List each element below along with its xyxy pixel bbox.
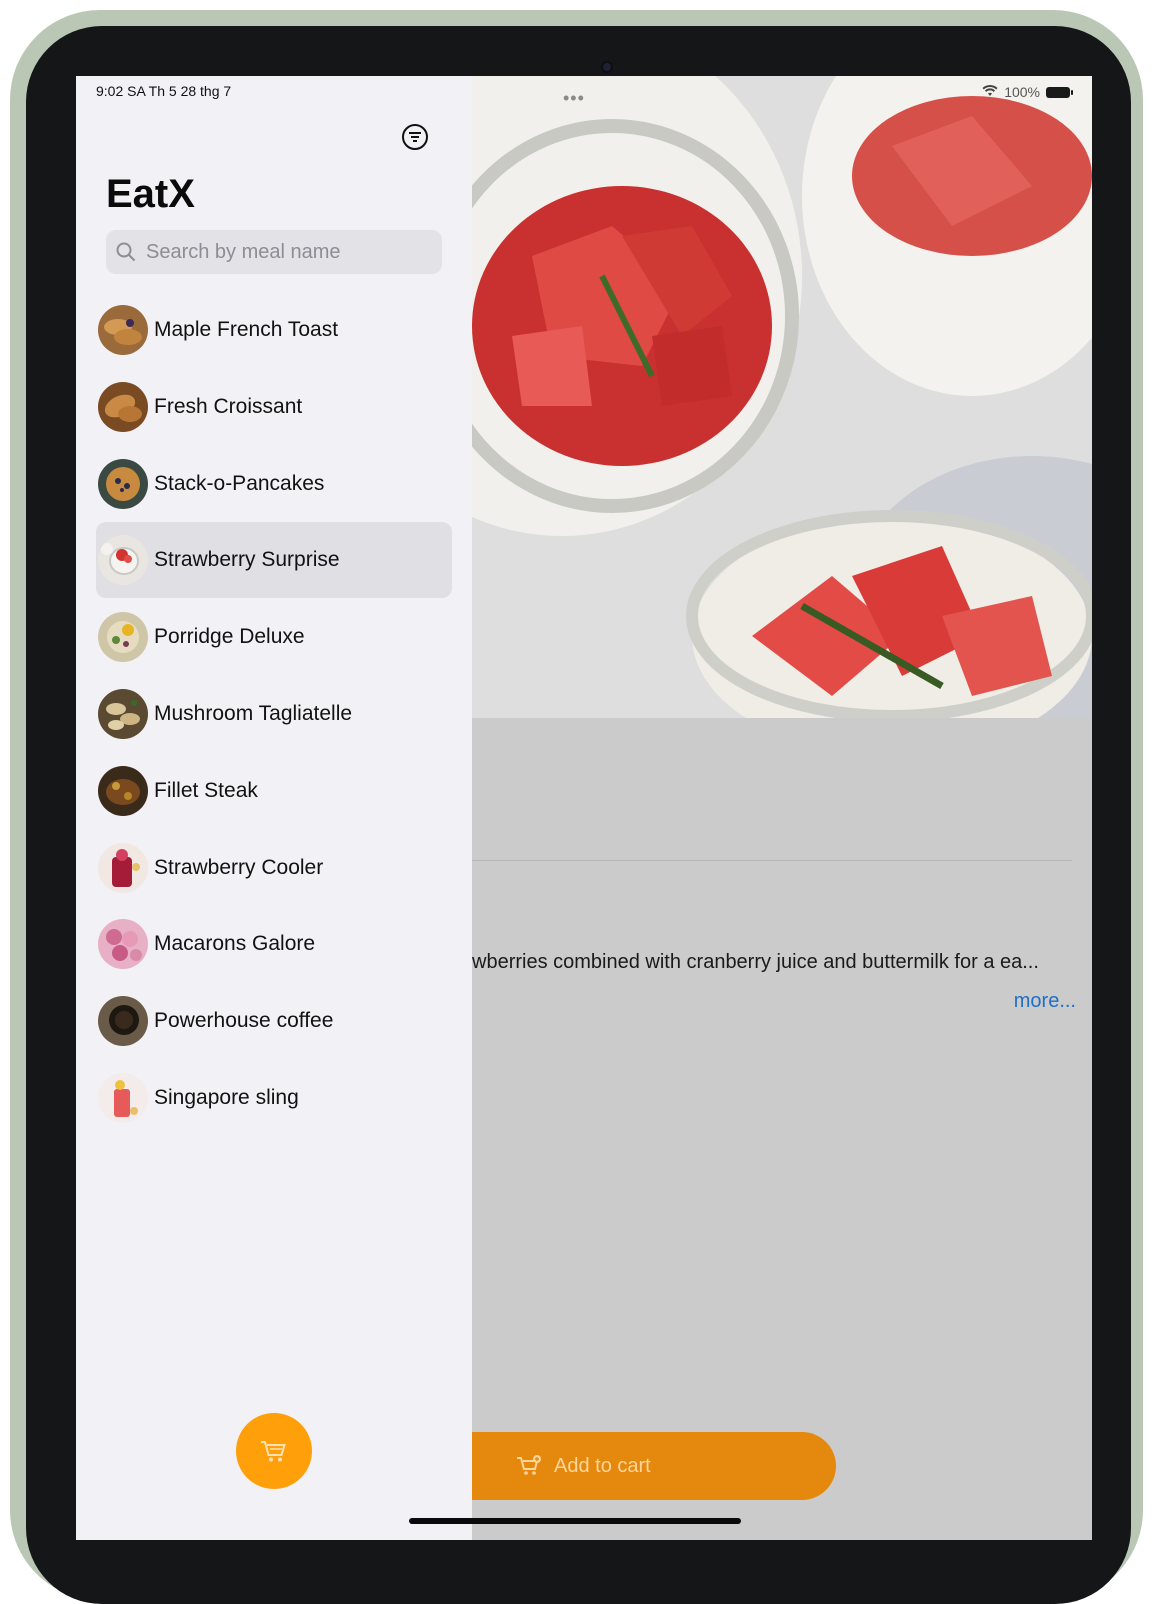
meal-label: Fresh Croissant bbox=[154, 394, 303, 418]
meal-label: Stack-o-Pancakes bbox=[154, 471, 325, 495]
cart-icon bbox=[261, 1441, 286, 1462]
screen: ••• 100% wberries combined with cranberr… bbox=[76, 76, 1092, 1540]
more-link[interactable]: more... bbox=[976, 990, 1076, 1013]
meal-label: Fillet Steak bbox=[154, 778, 258, 802]
multitask-dots-icon[interactable]: ••• bbox=[563, 88, 585, 109]
strawberry-dessert-photo bbox=[472, 76, 1092, 718]
meal-item-strawberry-surprise[interactable]: Strawberry Surprise bbox=[96, 522, 452, 599]
cart-button[interactable] bbox=[236, 1413, 312, 1489]
meal-thumbnail bbox=[98, 535, 148, 586]
add-to-cart-button[interactable]: Add to cart bbox=[472, 1432, 836, 1500]
search-input[interactable] bbox=[144, 239, 438, 265]
meal-thumbnail bbox=[98, 458, 148, 509]
meal-label: Strawberry Cooler bbox=[154, 855, 324, 879]
meal-item-singapore-sling[interactable]: Singapore sling bbox=[96, 1060, 452, 1136]
filter-circle-icon bbox=[402, 124, 428, 150]
meal-item-fresh-croissant[interactable]: Fresh Croissant bbox=[96, 369, 452, 445]
meal-item-maple-french-toast[interactable]: Maple French Toast bbox=[96, 292, 452, 368]
meal-label: Powerhouse coffee bbox=[154, 1009, 334, 1033]
battery-percent: 100% bbox=[1004, 84, 1040, 100]
sidebar: 9:02 SA Th 5 28 thg 7 EatX Maple bbox=[76, 76, 472, 1540]
meal-item-strawberry-cooler[interactable]: Strawberry Cooler bbox=[96, 830, 452, 906]
meal-thumbnail bbox=[98, 612, 148, 663]
home-indicator[interactable] bbox=[409, 1518, 741, 1524]
meal-hero-image bbox=[472, 76, 1092, 718]
meal-label: Strawberry Surprise bbox=[154, 548, 340, 572]
meal-item-powerhouse-coffee[interactable]: Powerhouse coffee bbox=[96, 983, 452, 1059]
meal-thumbnail bbox=[98, 842, 148, 893]
front-camera bbox=[603, 63, 611, 71]
meal-list: Maple French Toast Fresh Croissant Stack… bbox=[96, 292, 452, 1137]
search-icon bbox=[116, 242, 136, 262]
meal-item-mushroom-tagliatelle[interactable]: Mushroom Tagliatelle bbox=[96, 676, 452, 752]
meal-item-macarons-galore[interactable]: Macarons Galore bbox=[96, 906, 452, 982]
wifi-icon bbox=[982, 84, 998, 100]
meal-thumbnail bbox=[98, 381, 148, 432]
meal-label: Macarons Galore bbox=[154, 932, 316, 956]
add-to-cart-label: Add to cart bbox=[554, 1454, 651, 1477]
meal-thumbnail bbox=[98, 1072, 148, 1123]
meal-thumbnail bbox=[98, 996, 148, 1047]
meal-thumbnail bbox=[98, 305, 148, 355]
cart-plus-icon bbox=[516, 1455, 542, 1477]
status-time-date: 9:02 SA Th 5 28 thg 7 bbox=[96, 83, 232, 99]
search-field[interactable] bbox=[106, 230, 442, 274]
filter-button[interactable] bbox=[400, 122, 430, 152]
meal-label: Mushroom Tagliatelle bbox=[154, 701, 353, 725]
meal-item-stack-o-pancakes[interactable]: Stack-o-Pancakes bbox=[96, 446, 452, 522]
meal-label: Singapore sling bbox=[154, 1085, 299, 1109]
meal-thumbnail bbox=[98, 919, 148, 970]
detail-divider bbox=[472, 860, 1072, 861]
meal-description: wberries combined with cranberry juice a… bbox=[472, 951, 1039, 973]
status-indicators: 100% bbox=[982, 84, 1073, 100]
meal-thumbnail bbox=[98, 688, 148, 739]
meal-label: Porridge Deluxe bbox=[154, 625, 305, 649]
app-title: EatX bbox=[106, 172, 195, 216]
meal-thumbnail bbox=[98, 765, 148, 816]
meal-item-fillet-steak[interactable]: Fillet Steak bbox=[96, 753, 452, 829]
meal-item-porridge-deluxe[interactable]: Porridge Deluxe bbox=[96, 599, 452, 675]
battery-icon bbox=[1046, 86, 1073, 98]
meal-label: Maple French Toast bbox=[154, 318, 339, 341]
